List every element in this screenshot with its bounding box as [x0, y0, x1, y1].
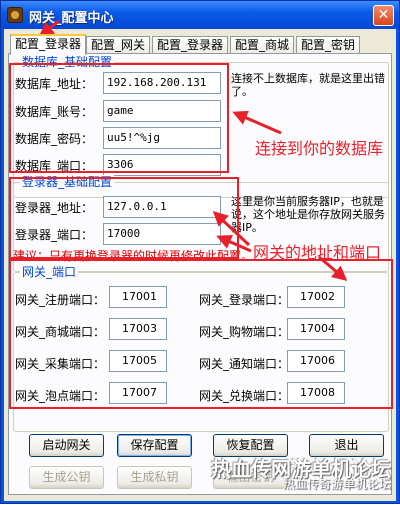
generate-private-key-button[interactable]: 生成私钥 — [117, 466, 192, 489]
generate-public-key-button[interactable]: 生成公钥 — [29, 466, 104, 489]
app-icon — [7, 7, 23, 23]
config-window: 网关_配置中心 ✕ 配置_登录器 配置_网关 配置_登录器 配置_商城 配置_密… — [0, 0, 400, 504]
save-config-button[interactable]: 保存配置 — [117, 434, 192, 457]
tab-gateway-config[interactable]: 配置_网关 — [86, 36, 151, 54]
tab-launcher-config[interactable]: 配置_登录器 — [152, 36, 229, 54]
login-highlight-box — [9, 177, 239, 259]
window-title: 网关_配置中心 — [29, 11, 114, 26]
start-gateway-button[interactable]: 启动网关 — [29, 434, 104, 457]
db-annotation: 连接到你的数据库 — [255, 139, 384, 158]
login-note: 这里是你当前服务器IP，也就是说，这个地址是你存放网关服务器IP。 — [231, 195, 385, 234]
tab-login-config[interactable]: 配置_登录器 — [10, 34, 87, 55]
gateway-annotation: 网关的地址和端口 — [253, 243, 382, 262]
watermark-sub: 热血传奇游单机论坛 — [283, 477, 392, 491]
tab-key-config[interactable]: 配置_密钥 — [296, 36, 361, 54]
db-highlight-box — [9, 63, 229, 173]
close-button[interactable]: ✕ — [373, 5, 394, 26]
tab-shop-config[interactable]: 配置_商城 — [230, 36, 295, 54]
title-bar[interactable]: 网关_配置中心 ✕ — [1, 1, 399, 29]
gateway-highlight-box — [9, 259, 393, 409]
db-note: 连接不上数据库，就是这里出错了。 — [231, 72, 385, 98]
